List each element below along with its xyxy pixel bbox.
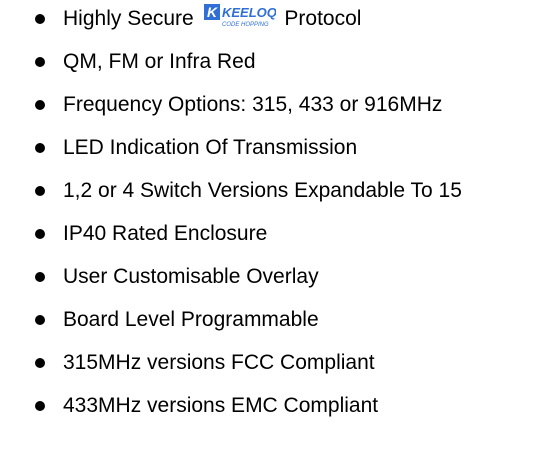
bullet-icon [35, 229, 45, 239]
logo-wordmark: KEELOQ [222, 5, 276, 20]
feature-text-before-logo: Highly Secure [63, 7, 194, 30]
bullet-icon [35, 14, 45, 24]
feature-text: User Customisable Overlay [63, 265, 319, 288]
logo-tagline: CODE HOPPING [222, 22, 269, 28]
feature-item-emc: 433MHz versions EMC Compliant [0, 387, 559, 427]
feature-text: LED Indication Of Transmission [63, 136, 358, 159]
feature-item-enclosure: IP40 Rated Enclosure [0, 215, 559, 255]
feature-item-programmable: Board Level Programmable [0, 301, 559, 341]
logo-mark: K [207, 4, 218, 20]
bullet-icon [35, 315, 45, 325]
feature-text: Frequency Options: 315, 433 or 916MHz [63, 93, 443, 116]
feature-text: Board Level Programmable [63, 308, 319, 331]
bullet-icon [35, 143, 45, 153]
feature-item-overlay: User Customisable Overlay [0, 258, 559, 298]
feature-item-fcc: 315MHz versions FCC Compliant [0, 344, 559, 384]
bullet-icon [35, 57, 45, 67]
feature-text: QM, FM or Infra Red [63, 50, 256, 73]
bullet-icon [35, 358, 45, 368]
feature-item-modulation: QM, FM or Infra Red [0, 43, 559, 83]
bullet-icon [35, 186, 45, 196]
feature-text: IP40 Rated Enclosure [63, 222, 268, 245]
feature-text: 315MHz versions FCC Compliant [63, 351, 375, 374]
feature-item-switch-versions: 1,2 or 4 Switch Versions Expandable To 1… [0, 172, 559, 212]
keeloq-logo: K KEELOQ CODE HOPPING [203, 2, 276, 28]
bullet-icon [35, 401, 45, 411]
bullet-icon [35, 272, 45, 282]
feature-text-after-logo: Protocol [284, 7, 362, 30]
feature-text: 1,2 or 4 Switch Versions Expandable To 1… [63, 179, 462, 202]
feature-item-led: LED Indication Of Transmission [0, 129, 559, 169]
bullet-icon [35, 100, 45, 110]
feature-item-secure-protocol: Highly Secure K KEELOQ CODE HOPPING Prot… [0, 0, 559, 40]
feature-text: 433MHz versions EMC Compliant [63, 394, 379, 417]
feature-item-frequency: Frequency Options: 315, 433 or 916MHz [0, 86, 559, 126]
feature-text: Highly Secure K KEELOQ CODE HOPPING Prot… [63, 4, 362, 31]
